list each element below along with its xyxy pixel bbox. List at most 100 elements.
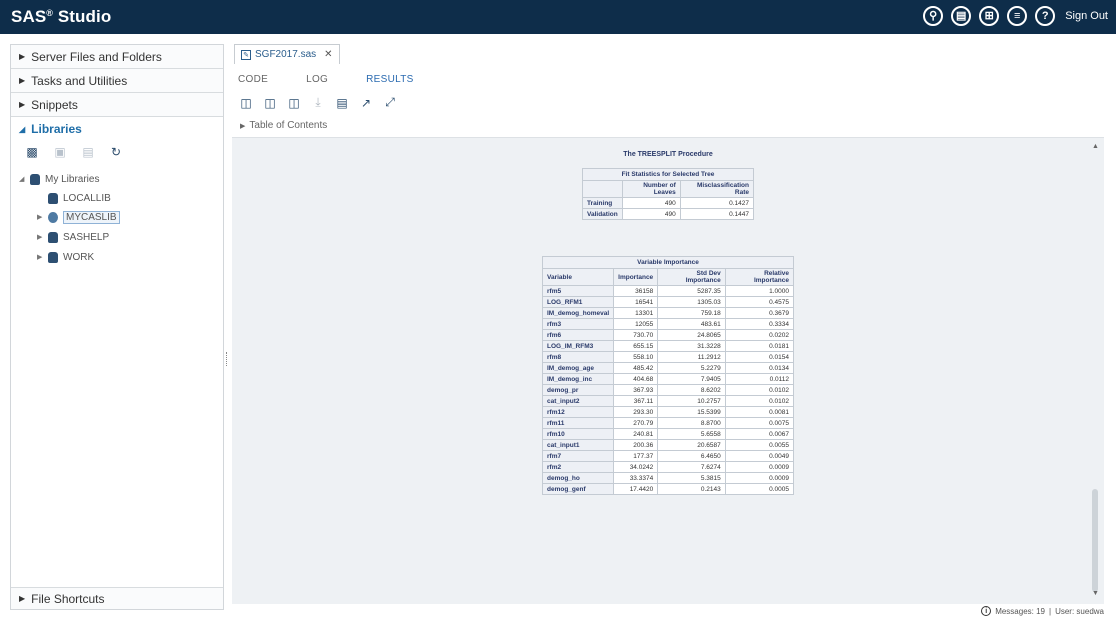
table-cell: 15.5399 xyxy=(657,406,726,418)
results-scrollbar[interactable]: ▲ ▼ xyxy=(1090,143,1100,598)
column-header: Relative Importance xyxy=(724,268,795,286)
table-of-contents-toggle[interactable]: ▶ Table of Contents xyxy=(240,120,327,131)
section-tasks-utilities[interactable]: ▶ Tasks and Utilities xyxy=(11,69,223,93)
column-header: Variable xyxy=(541,268,615,286)
table-row: LOG_IM_RFM3 655.15 31.3228 0.0181 xyxy=(541,340,795,352)
table-cell: 6.4650 xyxy=(657,450,726,462)
libraries-toolbar: ▩ ▣ ▤ ↻ xyxy=(25,145,123,159)
section-server-files[interactable]: ▶ Server Files and Folders xyxy=(11,45,223,69)
table-row: IM_demog_inc 404.68 7.9405 0.0112 xyxy=(541,373,795,385)
rtf-download-icon[interactable]: ◫ xyxy=(288,96,300,110)
menu-icon[interactable]: ≡ xyxy=(1007,6,1028,26)
maximize-icon[interactable]: ⤢ xyxy=(384,95,396,110)
row-label: demog_ho xyxy=(541,472,615,484)
row-label: cat_input2 xyxy=(541,395,615,407)
table-cell: 11.2912 xyxy=(657,351,726,363)
row-label: rfm8 xyxy=(541,351,615,363)
table-row: rfm5 36158 5287.35 1.0000 xyxy=(541,285,795,297)
table-cell: 485.42 xyxy=(613,362,659,374)
table-row: cat_input1 200.36 20.6587 0.0055 xyxy=(541,439,795,451)
header-actions: ⚲ ▤ ⊞ ≡ ? Sign Out xyxy=(923,6,1108,26)
tree-item-locallib[interactable]: LOCALLIB xyxy=(37,190,111,206)
variable-importance-table: Variable Importance Variable Importance … xyxy=(541,256,795,495)
results-toolbar: ◫ ◫ ◫ ⤓ ▤ ↗ ⤢ xyxy=(240,95,396,110)
table-cell: 293.30 xyxy=(613,406,659,418)
tree-item-mycaslib[interactable]: ▶ MYCASLIB xyxy=(37,209,120,225)
tree-my-libraries[interactable]: ◢ My Libraries xyxy=(19,171,99,187)
table-cell: 177.37 xyxy=(613,450,659,462)
tab-results[interactable]: RESULTS xyxy=(366,74,413,85)
table-caption: Fit Statistics for Selected Tree xyxy=(582,168,754,180)
properties-icon[interactable]: ▤ xyxy=(81,145,95,159)
fit-statistics-table: Fit Statistics for Selected Tree Number … xyxy=(582,168,755,220)
table-row: rfm8 558.10 11.2912 0.0154 xyxy=(541,351,795,363)
table-cell: 5.6558 xyxy=(657,428,726,440)
table-cell: 0.0154 xyxy=(724,351,795,363)
scroll-up-icon[interactable]: ▲ xyxy=(1092,143,1099,150)
delete-icon[interactable]: ▣ xyxy=(53,145,67,159)
library-icon xyxy=(47,231,59,243)
caret-down-icon: ◢ xyxy=(19,124,26,134)
open-icon[interactable]: ▤ xyxy=(951,6,972,26)
table-cell: 7.9405 xyxy=(657,373,726,385)
tab-log[interactable]: LOG xyxy=(306,74,328,85)
messages-count[interactable]: Messages: 19 xyxy=(995,607,1045,616)
table-cell: 0.4575 xyxy=(724,296,795,308)
print-icon[interactable]: ▤ xyxy=(336,96,348,110)
scroll-down-icon[interactable]: ▼ xyxy=(1092,590,1099,597)
refresh-icon[interactable]: ↻ xyxy=(109,145,123,159)
row-label: rfm6 xyxy=(541,329,615,341)
open-new-window-icon[interactable]: ↗ xyxy=(360,96,372,110)
program-file-icon: ✎ xyxy=(241,49,251,60)
tree-item-work[interactable]: ▶ WORK xyxy=(37,249,94,265)
section-snippets[interactable]: ▶ Snippets xyxy=(11,93,223,117)
row-label: rfm11 xyxy=(541,417,615,429)
table-cell: 8.8700 xyxy=(657,417,726,429)
tree-item-sashelp[interactable]: ▶ SASHELP xyxy=(37,229,109,245)
close-tab-icon[interactable]: ✕ xyxy=(324,49,332,60)
pdf-download-icon[interactable]: ◫ xyxy=(264,96,276,110)
info-icon: i xyxy=(981,606,992,616)
caret-right-icon: ▶ xyxy=(37,254,43,261)
new-library-icon[interactable]: ▩ xyxy=(25,145,39,159)
html-download-icon[interactable]: ◫ xyxy=(240,96,252,110)
apps-icon[interactable]: ⊞ xyxy=(979,6,1000,26)
help-icon[interactable]: ? xyxy=(1035,6,1056,26)
file-tab[interactable]: ✎ SGF2017.sas ✕ xyxy=(234,44,340,64)
table-row: demog_ho 33.3374 5.3815 0.0009 xyxy=(541,472,795,484)
search-icon[interactable]: ⚲ xyxy=(923,6,944,26)
table-row: Training 490 0.1427 xyxy=(582,197,755,209)
table-cell: 24.8065 xyxy=(657,329,726,341)
table-row: cat_input2 367.11 10.2757 0.0102 xyxy=(541,395,795,407)
download-icon[interactable]: ⤓ xyxy=(312,95,324,110)
status-divider: | xyxy=(1049,606,1052,616)
table-cell: 0.0005 xyxy=(724,483,795,495)
table-cell: 0.2143 xyxy=(657,483,726,495)
table-cell: 0.3334 xyxy=(724,318,795,330)
table-cell: 5287.35 xyxy=(657,285,726,297)
sign-out-link[interactable]: Sign Out xyxy=(1065,10,1108,22)
table-cell: 0.1427 xyxy=(679,197,755,209)
table-cell: 0.0009 xyxy=(724,472,795,484)
section-libraries[interactable]: ◢ Libraries xyxy=(11,117,223,141)
table-cell: 34.0242 xyxy=(613,461,659,473)
table-cell: 17.4420 xyxy=(613,483,659,495)
row-label: demog_pr xyxy=(541,384,615,396)
app-brand: SAS® Studio xyxy=(11,7,112,26)
app-header: SAS® Studio ⚲ ▤ ⊞ ≡ ? Sign Out xyxy=(0,0,1116,34)
table-cell: 0.3679 xyxy=(724,307,795,319)
table-cell: 367.93 xyxy=(613,384,659,396)
row-label: rfm12 xyxy=(541,406,615,418)
row-label: cat_input1 xyxy=(541,439,615,451)
table-row: IM_demog_homeval 13301 759.18 0.3679 xyxy=(541,307,795,319)
tab-code[interactable]: CODE xyxy=(238,74,268,85)
scroll-thumb[interactable] xyxy=(1092,489,1098,592)
pane-splitter[interactable] xyxy=(224,44,230,610)
splitter-grip-icon[interactable] xyxy=(226,352,228,366)
column-header: Number of Leaves xyxy=(621,180,681,198)
table-row: rfm12 293.30 15.5399 0.0081 xyxy=(541,406,795,418)
caret-right-icon: ▶ xyxy=(37,214,43,221)
table-cell: 730.70 xyxy=(613,329,659,341)
row-label: rfm2 xyxy=(541,461,615,473)
row-label: LOG_RFM1 xyxy=(541,296,615,308)
